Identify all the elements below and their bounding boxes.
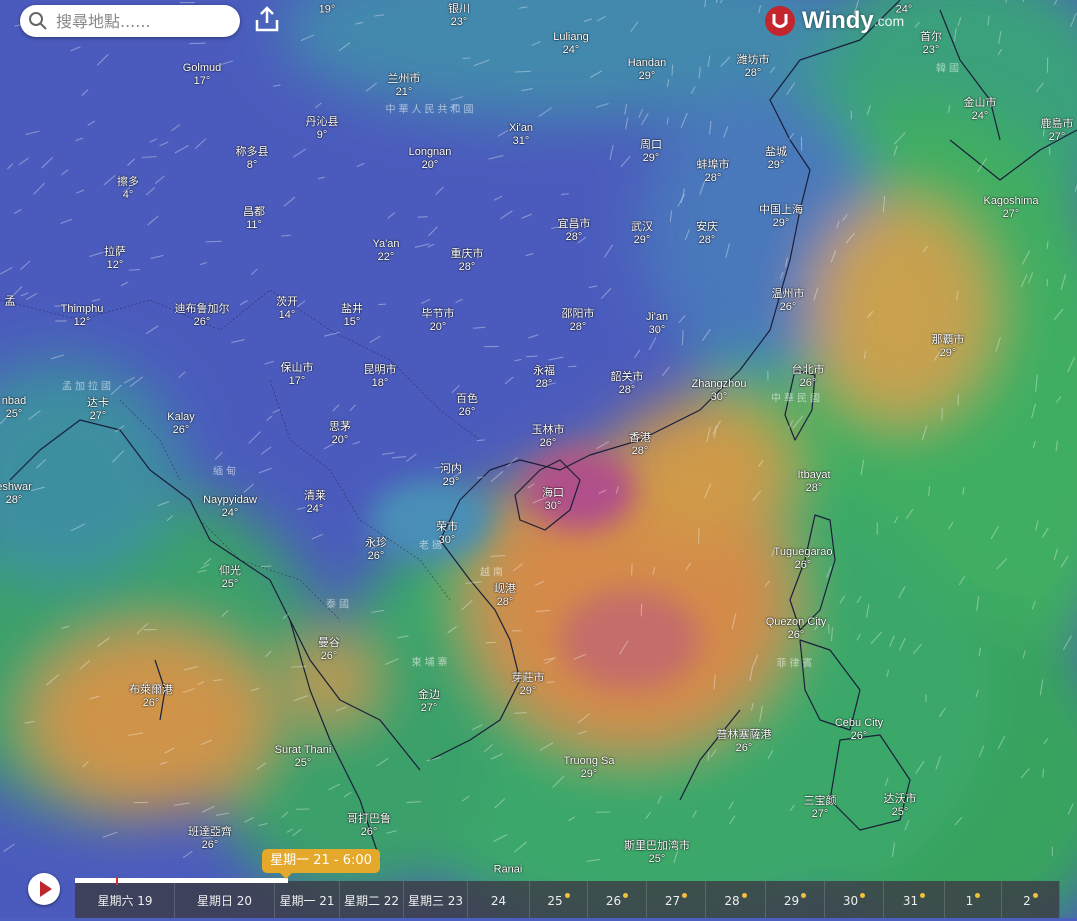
windy-logo-icon xyxy=(764,5,796,37)
timeline-day[interactable]: 28 xyxy=(706,881,766,918)
current-time-tooltip: 星期一 21 - 6:00 xyxy=(262,849,380,873)
timeline-day[interactable]: 25 xyxy=(530,881,588,918)
timeline-day-label: 星期三 23 xyxy=(408,894,463,908)
logo-domain: .com xyxy=(874,13,904,29)
timeline-day-label: 星期六 19 xyxy=(97,894,152,908)
timeline-day-label: 28 xyxy=(724,894,739,908)
timeline-day[interactable]: 星期日 20 xyxy=(175,881,275,918)
timeline-day-label: 31 xyxy=(903,894,918,908)
timeline-day-label: 2 xyxy=(1023,894,1031,908)
region-label: 中華民國 xyxy=(771,390,823,405)
timeline-day[interactable]: 27 xyxy=(647,881,706,918)
region-label: 韓國 xyxy=(936,60,962,75)
windy-logo: Windy .com xyxy=(764,4,904,38)
play-button[interactable] xyxy=(28,873,60,905)
timeline-day-label: 25 xyxy=(547,894,562,908)
share-icon[interactable] xyxy=(254,5,280,33)
timeline-day-label: 星期日 20 xyxy=(197,894,252,908)
region-label: 柬埔寨 xyxy=(412,654,451,669)
timeline-day[interactable]: 星期一 21 xyxy=(275,881,340,918)
search-icon xyxy=(28,11,48,31)
timeline-day[interactable]: 30 xyxy=(825,881,884,918)
timeline-day-label: 30 xyxy=(843,894,858,908)
forecast-dot-icon xyxy=(860,893,865,898)
forecast-dot-icon xyxy=(1033,893,1038,898)
timeline-day-label: 星期一 21 xyxy=(279,894,334,908)
region-label: 緬甸 xyxy=(213,463,239,478)
timeline-day-label: 1 xyxy=(966,894,974,908)
logo-text: Windy xyxy=(802,7,874,35)
search-box[interactable] xyxy=(20,5,240,37)
forecast-dot-icon xyxy=(920,893,925,898)
forecast-dot-icon xyxy=(565,893,570,898)
search-input[interactable] xyxy=(54,11,228,32)
timeline-day[interactable]: 星期三 23 xyxy=(404,881,468,918)
timeline-day[interactable]: 星期六 19 xyxy=(76,881,175,918)
region-label: 菲律賓 xyxy=(777,655,816,670)
region-label: 孟加拉國 xyxy=(62,378,114,393)
region-label: 越南 xyxy=(480,564,506,579)
timeline-day[interactable]: 1 xyxy=(945,881,1002,918)
forecast-dot-icon xyxy=(623,893,628,898)
forecast-dot-icon xyxy=(682,893,687,898)
timeline-day[interactable]: 26 xyxy=(588,881,647,918)
forecast-dot-icon xyxy=(742,893,747,898)
weather-map[interactable] xyxy=(0,0,1077,918)
region-label: 中華人民共和國 xyxy=(386,101,477,116)
timeline-day[interactable]: 31 xyxy=(884,881,945,918)
region-label: 老撾 xyxy=(419,537,445,552)
timeline-day[interactable]: 24 xyxy=(468,881,530,918)
timeline-day-label: 29 xyxy=(784,894,799,908)
timeline-day[interactable]: 星期二 22 xyxy=(340,881,404,918)
forecast-dot-icon xyxy=(975,893,980,898)
timeline-day-label: 26 xyxy=(606,894,621,908)
timeline-day[interactable]: 2 xyxy=(1002,881,1060,918)
timeline-day-label: 星期二 22 xyxy=(344,894,399,908)
timeline-day[interactable]: 29 xyxy=(766,881,825,918)
forecast-dot-icon xyxy=(801,893,806,898)
region-label: 泰國 xyxy=(326,596,352,611)
timeline-day-label: 27 xyxy=(665,894,680,908)
timeline-day-label: 24 xyxy=(491,894,506,908)
